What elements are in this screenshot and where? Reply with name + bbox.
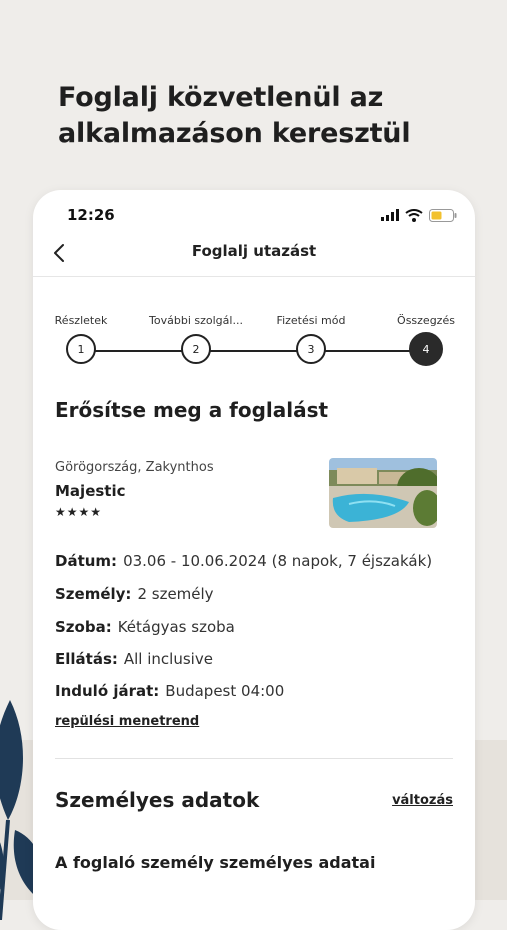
status-bar: 12:26 <box>33 190 475 236</box>
hotel-location: Görögország, Zakynthos <box>55 460 214 475</box>
battery-icon <box>429 208 457 222</box>
detail-value: All inclusive <box>123 650 213 668</box>
booker-personal-data-title: A foglaló személy személyes adatai <box>55 853 376 872</box>
detail-row-flight: Induló járat: Budapest 04:00 <box>55 682 284 700</box>
wifi-icon <box>405 208 423 222</box>
detail-row-board: Ellátás: All inclusive <box>55 650 213 668</box>
personal-data-title: Személyes adatok <box>55 788 260 812</box>
detail-value: Budapest 04:00 <box>165 682 285 700</box>
nav-title: Foglalj utazást <box>191 242 317 260</box>
detail-value: 03.06 - 10.06.2024 (8 napok, 7 éjszakák) <box>123 552 433 570</box>
detail-row-room: Szoba: Kétágyas szoba <box>55 618 235 636</box>
status-time: 12:26 <box>67 206 115 224</box>
confirm-booking-title: Erősítse meg a foglalást <box>55 398 329 422</box>
detail-value: 2 személy <box>137 585 214 603</box>
detail-key: Szoba: <box>55 618 112 636</box>
page-headline: Foglalj közvetlenül az alkalmazáson kere… <box>58 82 411 149</box>
phone-frame: 12:26 Foglalj utazást Részletek További … <box>33 190 475 930</box>
detail-key: Induló járat: <box>55 682 160 700</box>
status-icons <box>381 208 457 222</box>
hotel-name: Majestic <box>55 482 126 500</box>
hotel-photo <box>329 458 437 528</box>
detail-value: Kétágyas szoba <box>117 618 235 636</box>
step-circle-4[interactable]: 4 <box>409 332 443 366</box>
signal-icon <box>381 209 399 221</box>
flight-schedule-link[interactable]: repülési menetrend <box>55 714 199 729</box>
step-label-details: Részletek <box>54 314 108 327</box>
booking-stepper: Részletek További szolgál... Fizetési mó… <box>33 308 475 378</box>
stepper-line <box>81 350 427 352</box>
section-divider <box>55 758 453 759</box>
detail-row-persons: Személy: 2 személy <box>55 585 214 603</box>
step-circle-1[interactable]: 1 <box>66 334 96 364</box>
step-circle-3[interactable]: 3 <box>296 334 326 364</box>
change-link[interactable]: változás <box>392 793 453 808</box>
hotel-stars: ★★★★ <box>55 505 103 519</box>
step-circle-2[interactable]: 2 <box>181 334 211 364</box>
detail-key: Személy: <box>55 585 132 603</box>
step-label-payment: Fizetési mód <box>276 314 346 327</box>
step-label-summary: Összegzés <box>397 314 455 327</box>
step-label-services: További szolgál... <box>149 314 243 327</box>
detail-key: Ellátás: <box>55 650 118 668</box>
detail-key: Dátum: <box>55 552 118 570</box>
nav-bar: Foglalj utazást <box>33 236 475 277</box>
detail-row-date: Dátum: 03.06 - 10.06.2024 (8 napok, 7 éjs… <box>55 552 432 570</box>
